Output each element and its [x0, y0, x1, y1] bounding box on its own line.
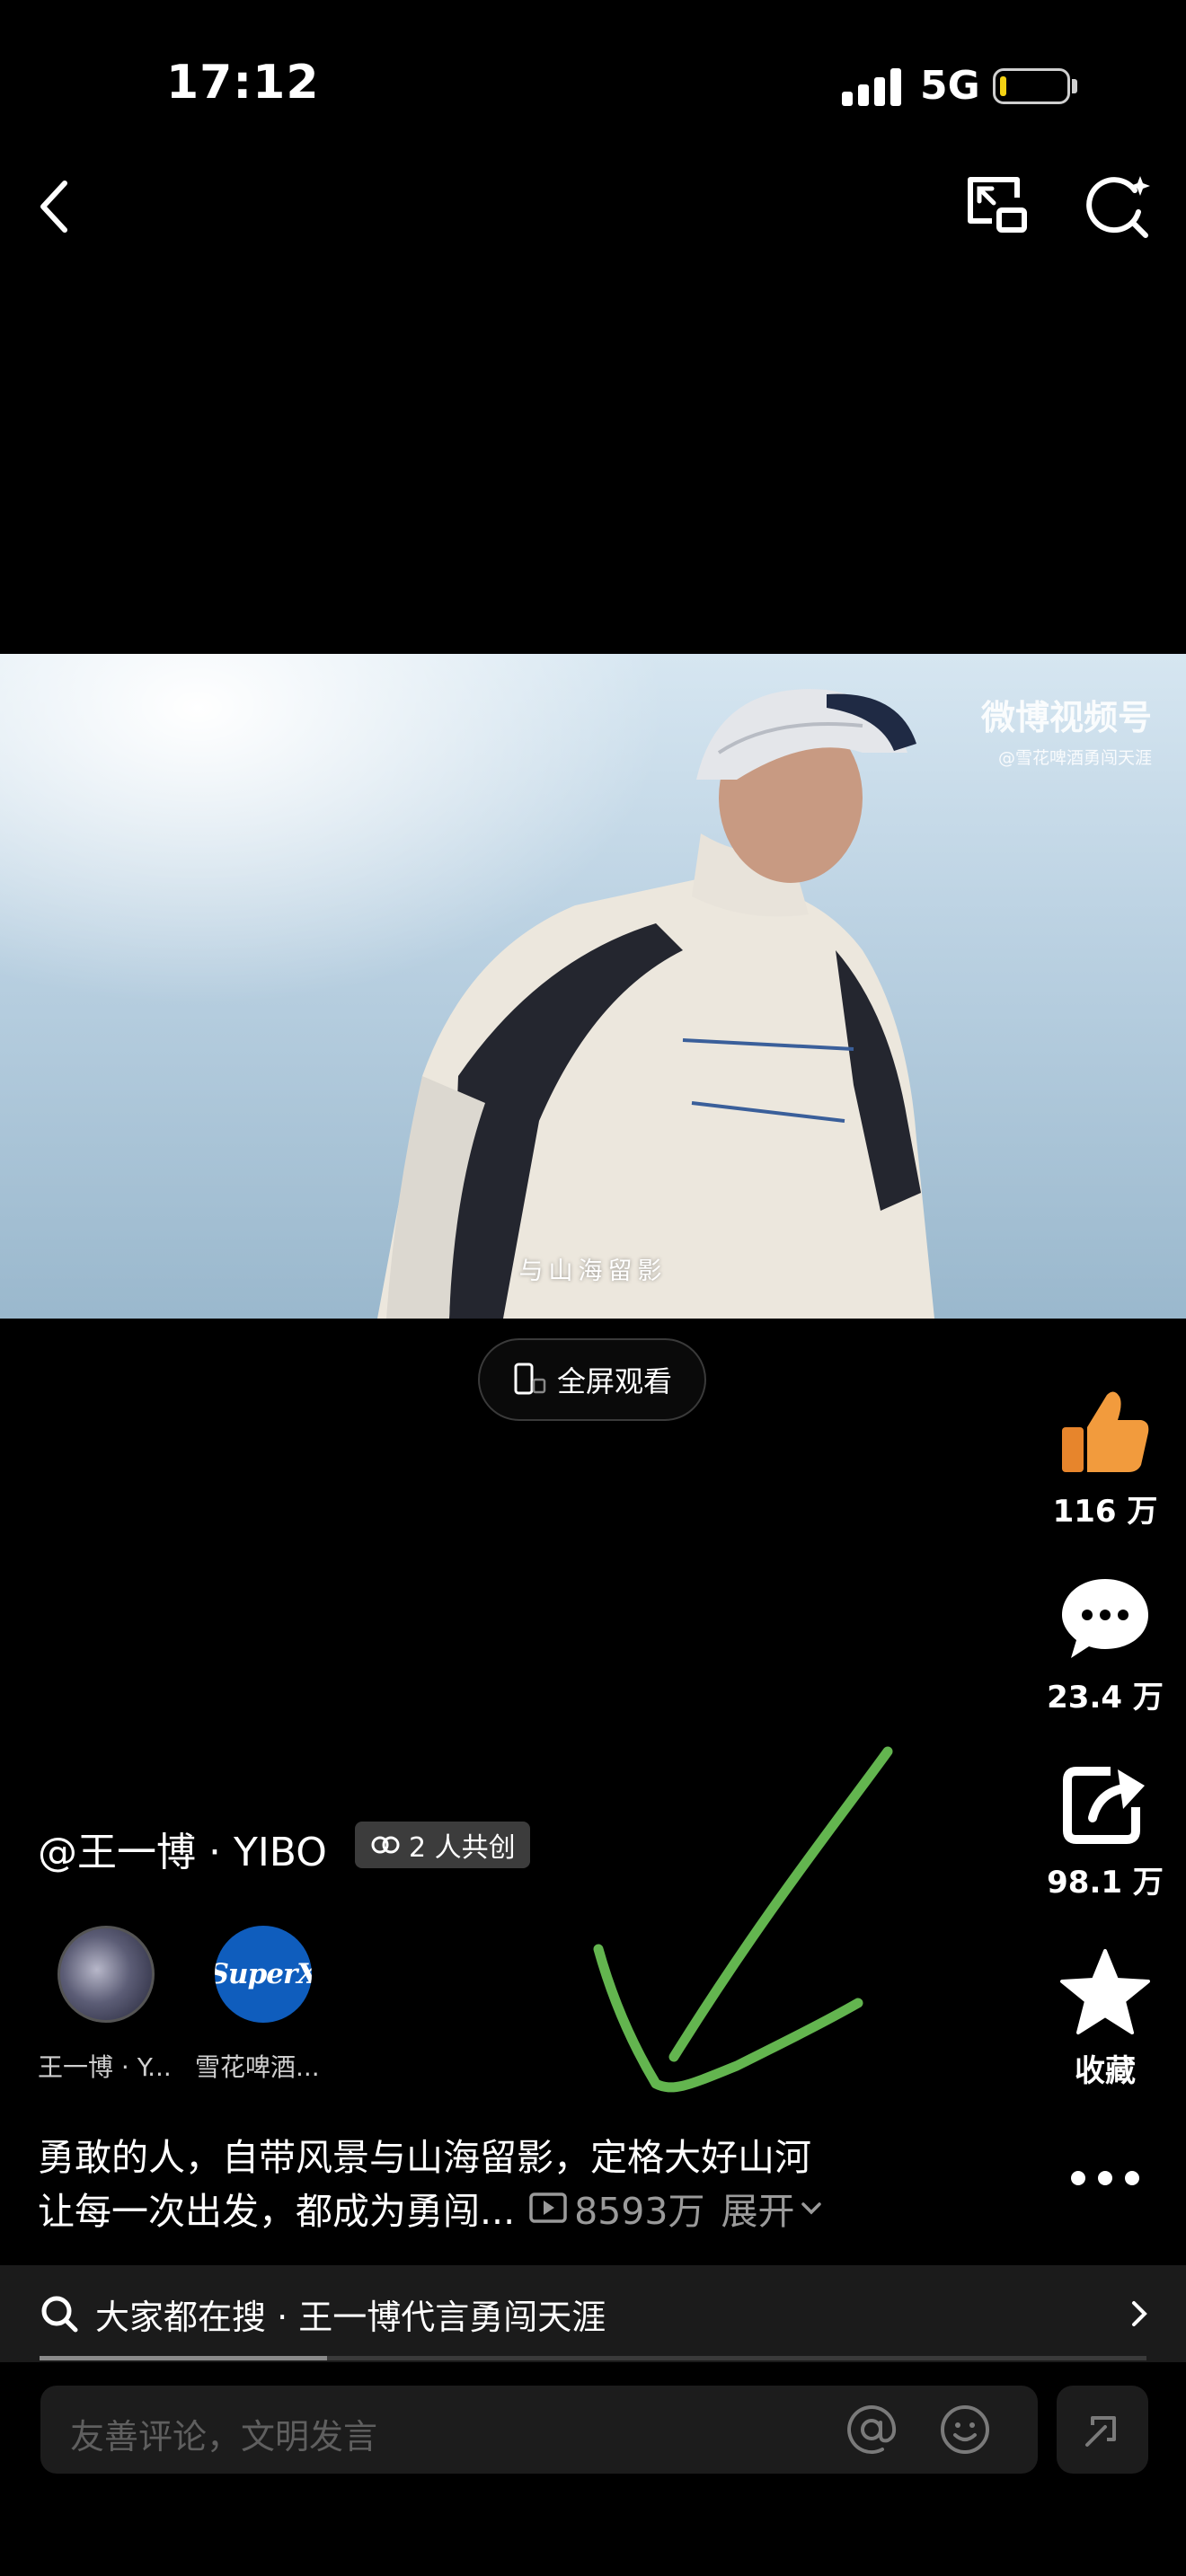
chevron-right-icon — [1132, 2301, 1147, 2326]
video-watermark: 微博视频号 @雪花啤酒勇闯天涯 — [981, 690, 1152, 769]
video-subtitle: 与山海留影 — [518, 1257, 668, 1285]
share-action[interactable]: 98.1 万 — [1042, 1762, 1168, 1901]
star-icon — [1060, 1949, 1150, 2034]
comment-bubble-icon — [1062, 1579, 1148, 1658]
hot-search-bar[interactable]: 大家都在搜 · 王一博代言勇闯天涯 — [0, 2265, 1186, 2362]
description-line-2[interactable]: 让每一次出发，都成为勇闯... 8593万 展开 — [38, 2181, 825, 2235]
more-button[interactable] — [1042, 2165, 1168, 2192]
signal-icon — [842, 66, 901, 106]
hot-search-text: 大家都在搜 · 王一博代言勇闯天涯 — [95, 2297, 606, 2337]
view-count: 8593万 — [574, 2190, 705, 2233]
playback-progress-fill — [40, 2356, 327, 2360]
search-sparkle-icon — [1086, 176, 1150, 238]
chevron-down-icon — [801, 2202, 822, 2215]
search-button[interactable] — [1083, 171, 1155, 243]
avatar-label-snow-beer: 雪花啤酒... — [195, 2052, 320, 2082]
comment-count: 23.4 万 — [1047, 1680, 1164, 1716]
picture-in-picture-button[interactable] — [961, 171, 1033, 243]
expand-label[interactable]: 展开 — [721, 2181, 794, 2235]
like-action[interactable]: 116 万 — [1042, 1388, 1168, 1531]
comment-action[interactable]: 23.4 万 — [1042, 1574, 1168, 1716]
avatar-label-wangyibo: 王一博 · Y... — [38, 2052, 172, 2082]
network-type: 5G — [920, 63, 980, 109]
at-mention-icon[interactable] — [845, 2403, 898, 2457]
comment-placeholder: 友善评论，文明发言 — [70, 2417, 378, 2457]
watermark-subtitle: @雪花啤酒勇闯天涯 — [997, 748, 1152, 768]
link-rings-icon — [371, 1836, 400, 1854]
superx-logo: SuperX — [215, 1958, 312, 1990]
chevron-left-icon — [40, 181, 67, 233]
co-creation-label: 2 人共创 — [409, 1832, 516, 1864]
emoji-icon[interactable] — [938, 2403, 992, 2457]
green-arrow-annotation — [593, 1746, 893, 2093]
back-button[interactable] — [27, 171, 81, 243]
rotate-phone-icon — [514, 1363, 546, 1395]
thumbs-up-icon — [1062, 1391, 1149, 1472]
search-icon — [41, 2296, 78, 2333]
battery-tip — [1072, 79, 1077, 93]
like-count: 116 万 — [1052, 1494, 1158, 1530]
avatar-wangyibo[interactable] — [58, 1926, 155, 2023]
favorite-action[interactable]: 收藏 — [1042, 1947, 1168, 2090]
video-player[interactable]: 微博视频号 @雪花啤酒勇闯天涯 与山海留影 — [0, 654, 1186, 1319]
description-text: 让每一次出发，都成为勇闯... — [38, 2190, 516, 2233]
fullscreen-label: 全屏观看 — [556, 1364, 672, 1398]
more-dots-icon — [1071, 2171, 1139, 2185]
share-icon — [1063, 1767, 1145, 1844]
expand-comment-button[interactable] — [1057, 2386, 1148, 2474]
share-count: 98.1 万 — [1047, 1865, 1164, 1901]
avatar-snow-beer[interactable]: SuperX — [215, 1926, 312, 2023]
co-creation-badge[interactable]: 2 人共创 — [355, 1822, 530, 1868]
author-name[interactable]: @王一博 · YIBO — [38, 1820, 327, 1877]
watermark-title: 微博视频号 — [980, 698, 1152, 737]
favorite-label: 收藏 — [1075, 2053, 1136, 2089]
play-count-icon — [529, 2192, 567, 2223]
fullscreen-button[interactable]: 全屏观看 — [478, 1338, 706, 1421]
pip-icon — [968, 177, 1027, 233]
battery-icon — [993, 68, 1070, 104]
status-time: 17:12 — [166, 56, 320, 110]
expand-icon — [1085, 2416, 1116, 2447]
